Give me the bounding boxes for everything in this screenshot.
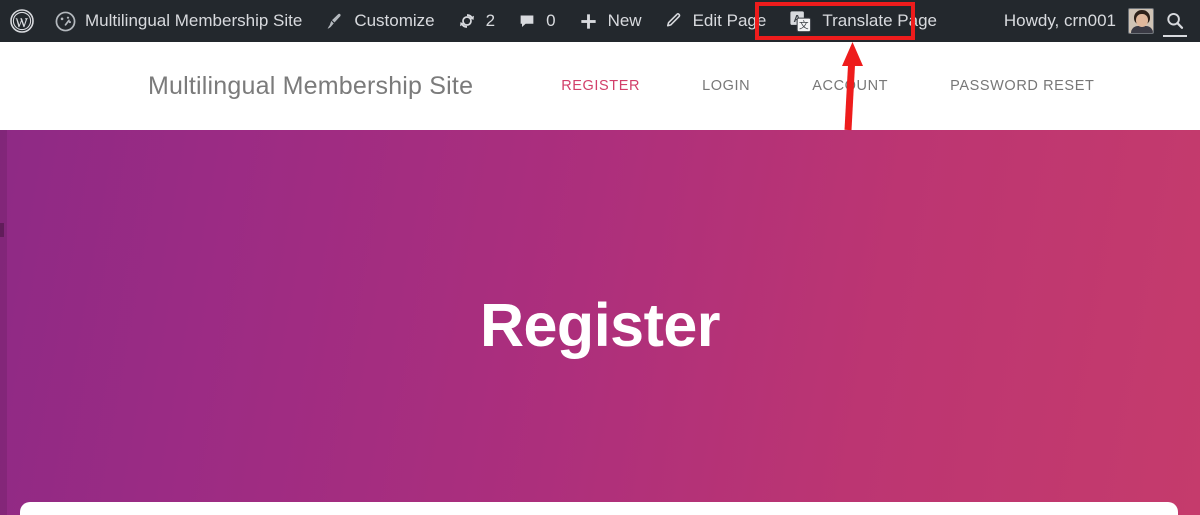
- admin-bar-edit-page[interactable]: Edit Page: [653, 0, 778, 42]
- admin-bar-site-name[interactable]: Multilingual Membership Site: [44, 0, 313, 42]
- admin-bar-new-label: New: [607, 11, 642, 30]
- search-icon: [1164, 10, 1186, 32]
- page-hero-banner: Register: [0, 130, 1200, 515]
- content-card: [20, 502, 1178, 515]
- comment-bubble-icon: [517, 11, 537, 31]
- admin-bar-edit-page-label: Edit Page: [692, 11, 767, 30]
- site-title[interactable]: Multilingual Membership Site: [148, 72, 473, 101]
- paintbrush-icon: [324, 11, 345, 32]
- admin-bar-new-content[interactable]: New: [567, 0, 653, 42]
- admin-bar-site-name-label: Multilingual Membership Site: [85, 11, 303, 30]
- admin-bar-comments-count: 0: [546, 11, 556, 30]
- wordpress-admin-bar: Multilingual Membership Site Customize 2…: [0, 0, 1200, 42]
- site-header: Multilingual Membership Site REGISTER LO…: [0, 42, 1200, 130]
- admin-bar-wordpress-logo[interactable]: [0, 0, 44, 42]
- dashboard-icon: [55, 11, 76, 32]
- admin-bar-updates-count: 2: [485, 11, 496, 30]
- pencil-icon: [664, 11, 684, 31]
- admin-bar-customize[interactable]: Customize: [313, 0, 445, 42]
- nav-item-register[interactable]: REGISTER: [561, 78, 640, 94]
- nav-item-password-reset[interactable]: PASSWORD RESET: [950, 78, 1094, 94]
- nav-item-account[interactable]: ACCOUNT: [812, 78, 888, 94]
- admin-bar-howdy-label: Howdy, crn001: [1003, 11, 1116, 30]
- browser-viewport: Register Multilingual Membership Site RE…: [0, 0, 1200, 515]
- page-title: Register: [479, 291, 721, 359]
- admin-bar-comments[interactable]: 0: [506, 0, 566, 42]
- nav-item-login[interactable]: LOGIN: [702, 78, 750, 94]
- admin-bar-my-account[interactable]: Howdy, crn001: [1000, 0, 1200, 42]
- search-underline: [1163, 35, 1187, 37]
- admin-bar-translate-page-label: Translate Page: [822, 11, 937, 30]
- update-sync-icon: [457, 11, 477, 31]
- svg-text:文: 文: [799, 19, 809, 31]
- wordpress-logo-icon: [10, 9, 34, 33]
- translate-icon: A 文: [788, 9, 813, 34]
- admin-bar-search[interactable]: [1158, 0, 1192, 42]
- hero-left-edge-marker: [0, 223, 4, 237]
- avatar: [1128, 8, 1154, 34]
- admin-bar-translate-page[interactable]: A 文 Translate Page: [777, 0, 948, 42]
- primary-navigation: REGISTER LOGIN ACCOUNT PASSWORD RESET: [561, 78, 1094, 94]
- admin-bar-customize-label: Customize: [354, 11, 435, 30]
- admin-bar-updates[interactable]: 2: [446, 0, 506, 42]
- plus-icon: [578, 11, 599, 32]
